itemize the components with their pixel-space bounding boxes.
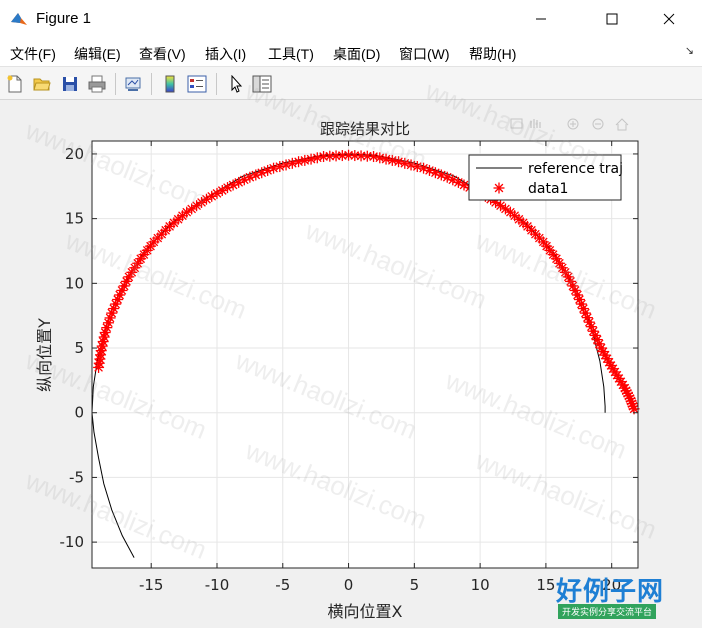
y-tick-label: 10 [65, 274, 84, 292]
zoom-in-icon[interactable] [567, 118, 579, 130]
legend-entry-reference: reference traj [528, 161, 623, 177]
x-tick-label: 15 [536, 576, 555, 594]
legend[interactable]: reference traj data1 [468, 154, 623, 201]
legend-data1-swatch [493, 182, 505, 194]
x-tick-label: -5 [275, 576, 290, 594]
y-tick-label: -5 [69, 468, 84, 486]
data-tip-icon[interactable] [510, 118, 523, 129]
home-icon[interactable] [615, 118, 629, 131]
x-tick-label: -15 [139, 576, 164, 594]
site-logo: 好例子网 开发实例分享交流平台 [556, 571, 676, 619]
x-tick-label: 10 [471, 576, 490, 594]
x-axis-label: 横向位置X [328, 602, 403, 621]
y-tick-label: -10 [60, 533, 85, 551]
x-tick-label: 0 [344, 576, 354, 594]
y-axis-label: 纵向位置Y [35, 318, 54, 392]
y-tick-label: 20 [65, 145, 84, 163]
zoom-out-icon[interactable] [592, 118, 604, 130]
legend-star-marker [493, 182, 505, 194]
pan-hand-icon[interactable] [530, 119, 541, 128]
plot-axes: -15 -10 -5 0 5 10 15 20-10-505101520 跟踪结果对比 横向位… [35, 118, 640, 621]
x-tick-label: 5 [410, 576, 420, 594]
logo-main-text: 好例子网 [556, 576, 665, 606]
x-tick-label: -10 [205, 576, 230, 594]
axes-background[interactable] [92, 141, 638, 568]
chart-title: 跟踪结果对比 [320, 120, 410, 138]
axes-toolbar [510, 118, 629, 131]
y-tick-label: 5 [74, 339, 84, 357]
logo-sub-text: 开发实例分享交流平台 [558, 604, 657, 619]
y-tick-label: 15 [65, 210, 84, 228]
legend-entry-data1: data1 [528, 181, 568, 197]
y-tick-label: 0 [74, 404, 84, 422]
